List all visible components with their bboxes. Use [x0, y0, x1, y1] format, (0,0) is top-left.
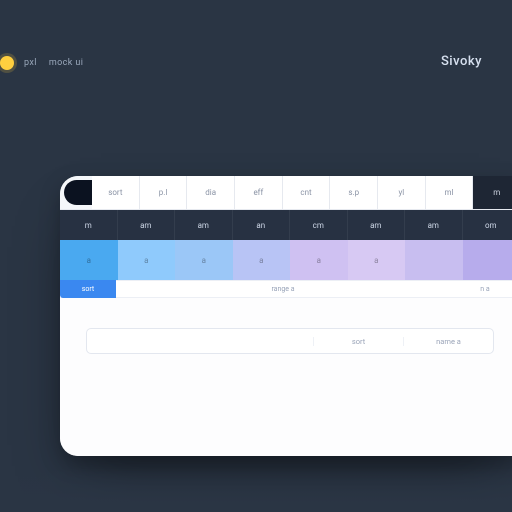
hdr-cell[interactable]: om	[463, 210, 512, 240]
strip-mid-label: range a	[116, 285, 450, 293]
tab-5[interactable]: s.p	[330, 176, 378, 209]
tab-handle-icon[interactable]	[64, 180, 92, 205]
header-label-1: pxl	[24, 58, 37, 68]
strip-right-label: n a	[450, 285, 512, 293]
bottom-fade	[0, 468, 512, 512]
main-card: sort p.l dia eff cnt s.p yl ml m m am am…	[60, 176, 512, 456]
hdr-cell[interactable]: am	[175, 210, 233, 240]
table-header: m am am an cm am am om	[60, 210, 512, 240]
swatch[interactable]: a	[290, 240, 348, 280]
brand-label: Sivoky	[441, 54, 482, 69]
tab-7[interactable]: ml	[426, 176, 474, 209]
hdr-cell[interactable]: an	[233, 210, 291, 240]
swatch[interactable]: a	[175, 240, 233, 280]
hdr-cell[interactable]: cm	[290, 210, 348, 240]
swatch[interactable]: a	[233, 240, 291, 280]
tab-1[interactable]: p.l	[140, 176, 188, 209]
hdr-cell[interactable]: am	[348, 210, 406, 240]
header-left: pxl mock ui	[0, 56, 83, 70]
strip-pill[interactable]: sort	[60, 280, 116, 298]
hdr-cell[interactable]: m	[60, 210, 118, 240]
search-col-1[interactable]: sort	[313, 337, 403, 346]
swatch-row: a a a a a a	[60, 240, 512, 280]
label-strip: sort range a n a	[60, 280, 512, 298]
tab-2[interactable]: dia	[187, 176, 235, 209]
hdr-cell[interactable]: am	[405, 210, 463, 240]
tab-4[interactable]: cnt	[283, 176, 331, 209]
swatch[interactable]	[463, 240, 512, 280]
tab-0[interactable]: sort	[92, 176, 140, 209]
swatch[interactable]: a	[118, 240, 176, 280]
tab-6[interactable]: yl	[378, 176, 426, 209]
header-label-2: mock ui	[49, 58, 83, 68]
swatch[interactable]: a	[60, 240, 118, 280]
tab-3[interactable]: eff	[235, 176, 283, 209]
hdr-cell[interactable]: am	[118, 210, 176, 240]
swatch[interactable]: a	[348, 240, 406, 280]
search-bar: sort name a	[86, 328, 494, 354]
tab-dark[interactable]: m	[473, 176, 512, 209]
status-dot-icon	[0, 56, 14, 70]
search-col-2[interactable]: name a	[403, 337, 493, 346]
tab-strip: sort p.l dia eff cnt s.p yl ml m	[60, 176, 512, 210]
card-body: sort name a	[60, 298, 512, 456]
swatch[interactable]	[405, 240, 463, 280]
